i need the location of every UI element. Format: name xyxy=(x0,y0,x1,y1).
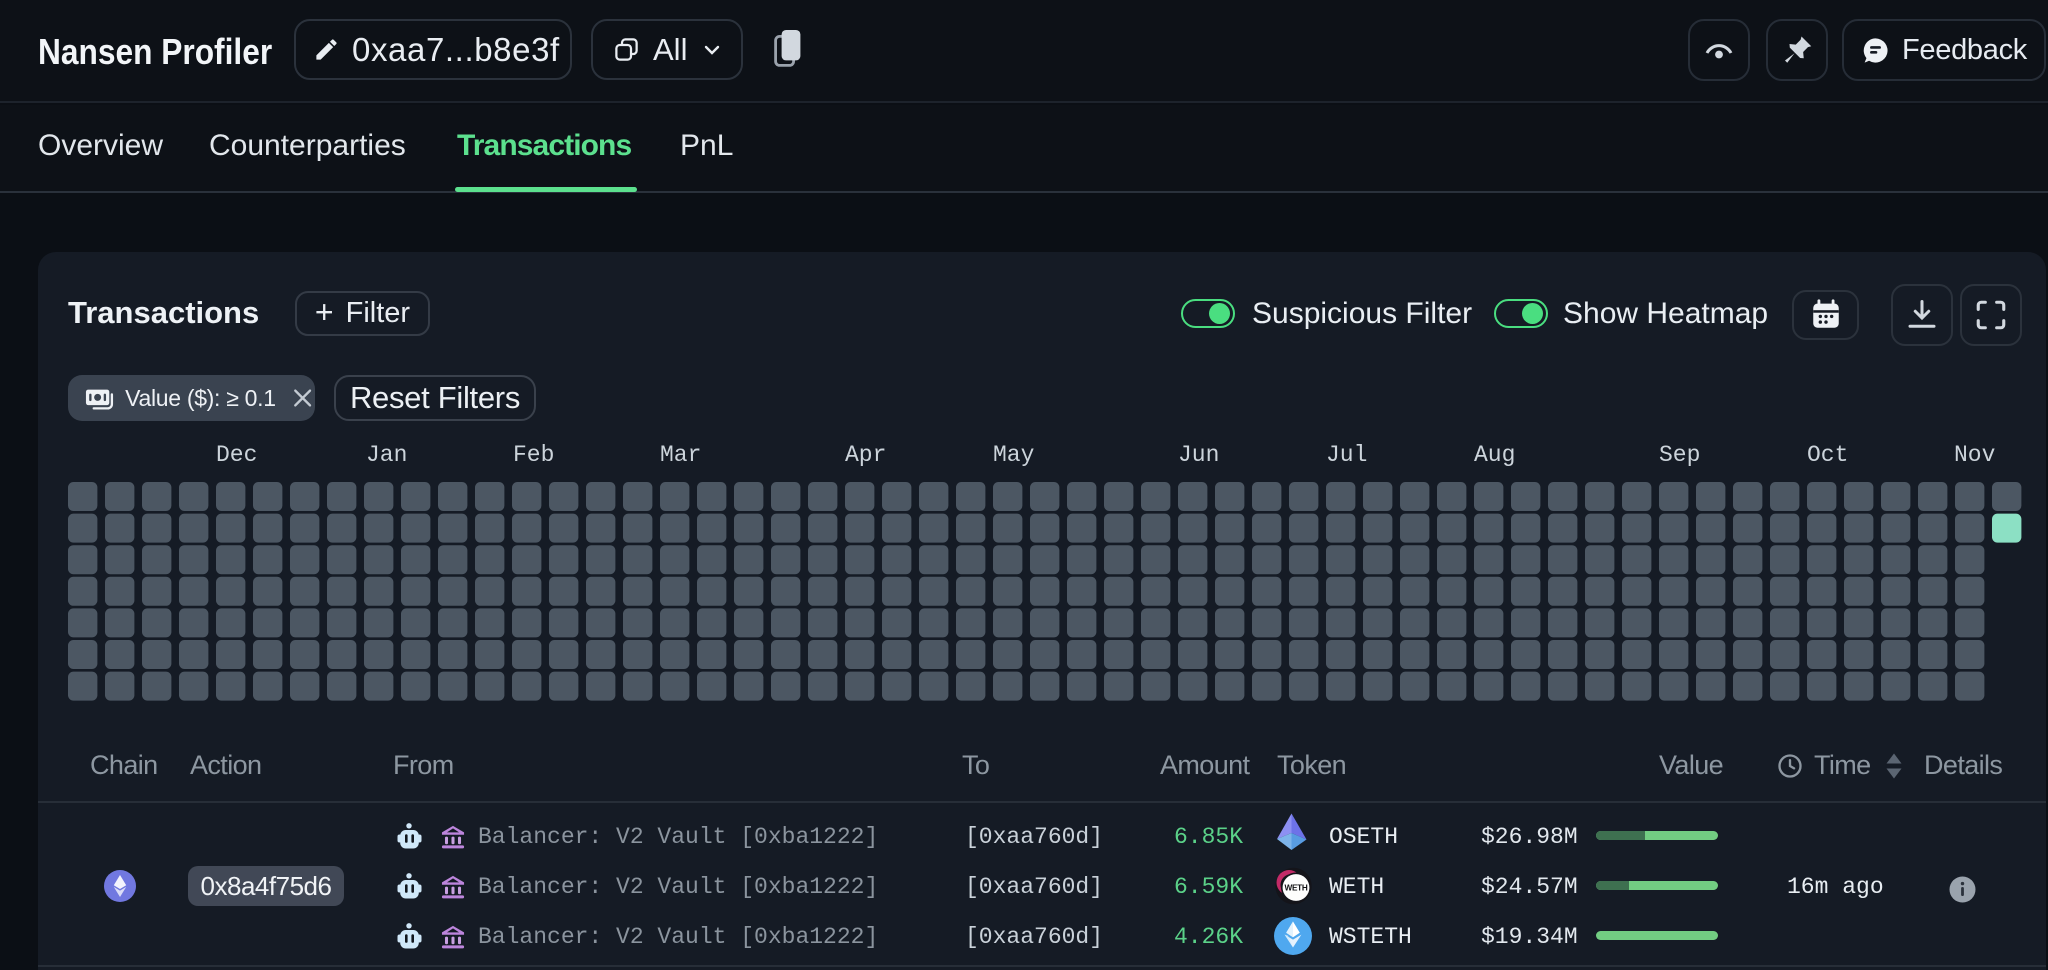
svg-text:WETH: WETH xyxy=(1285,884,1308,893)
